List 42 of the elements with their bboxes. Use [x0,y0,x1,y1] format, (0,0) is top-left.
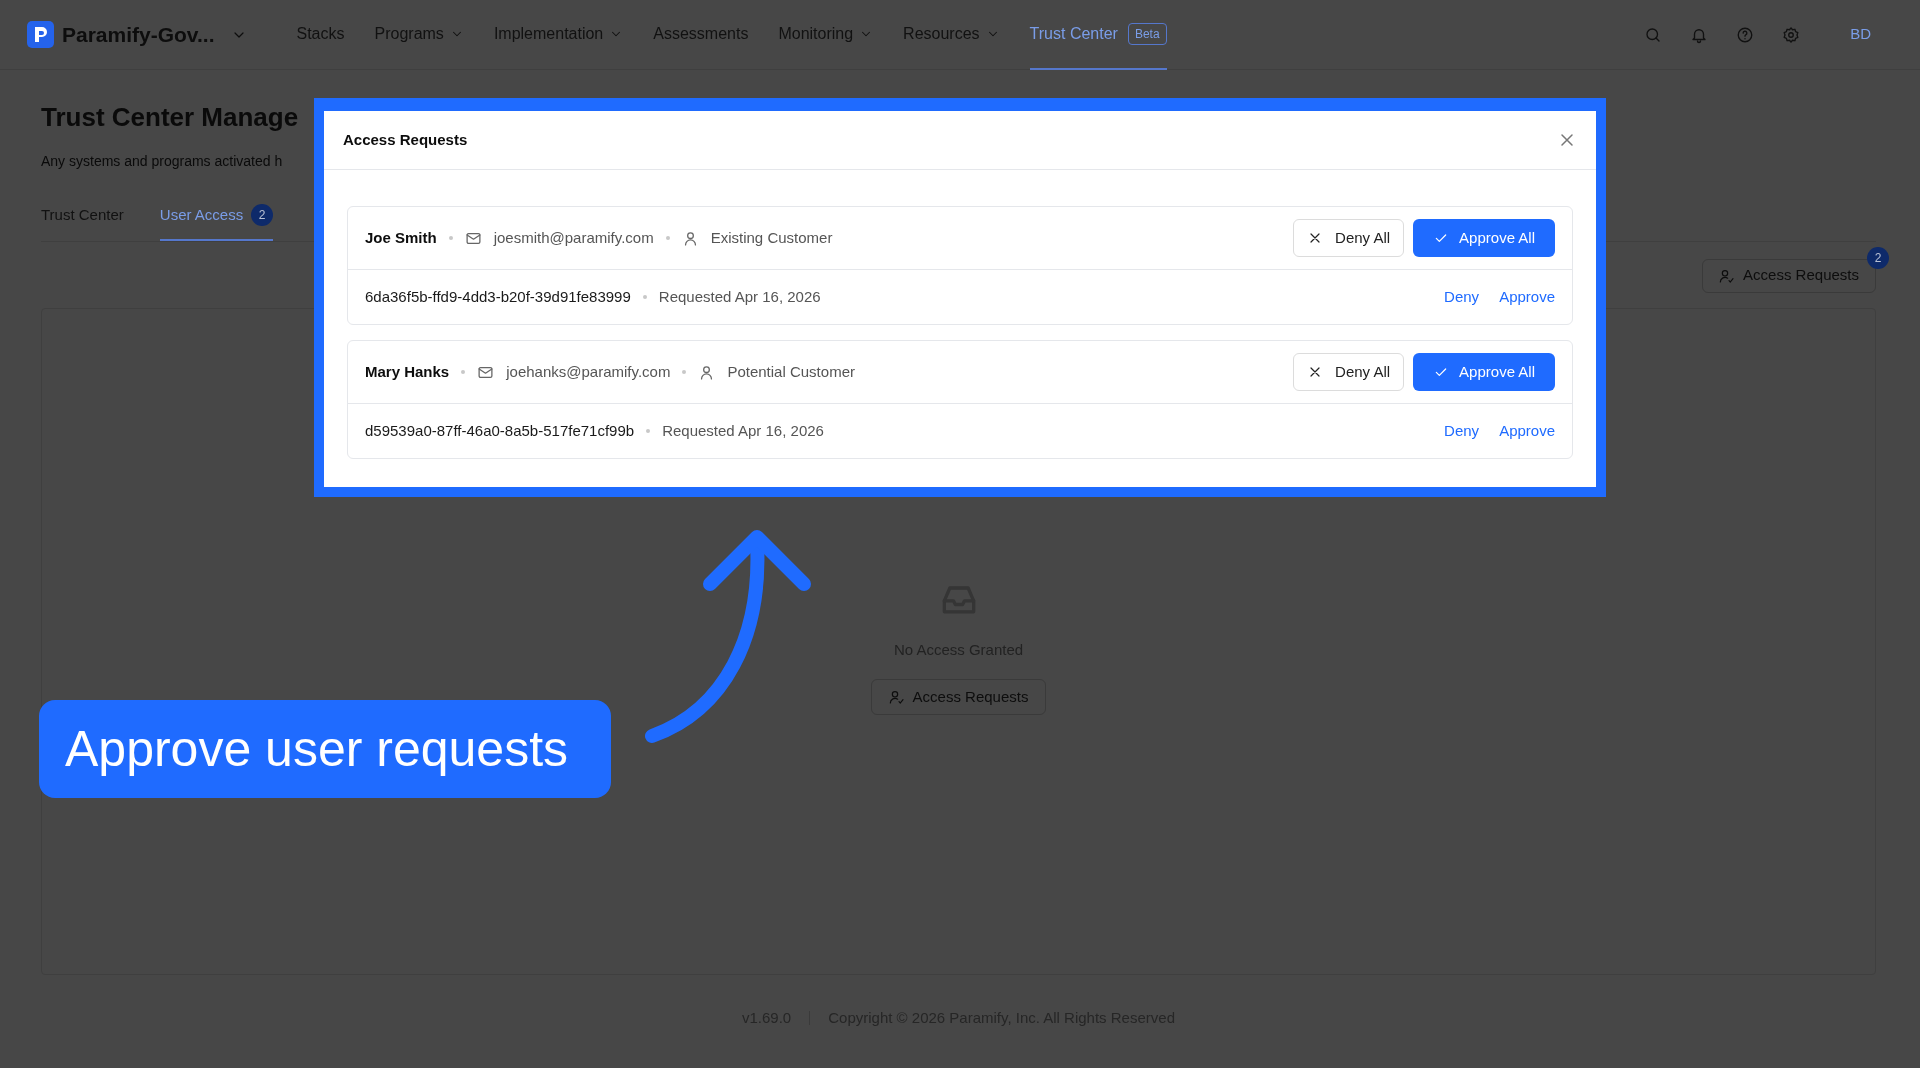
request-id: 6da36f5b-ffd9-4dd3-b20f-39d91fe83999 [365,286,631,307]
deny-all-button[interactable]: Deny All [1293,353,1405,391]
requester-email: joesmith@paramify.com [493,227,654,248]
user-check-icon [1719,267,1736,284]
separator-dot [665,236,670,240]
deny-all-button[interactable]: Deny All [1293,219,1405,257]
count-badge: 2 [1867,246,1889,269]
separator-dot [646,429,651,433]
request-date: Requested Apr 16, 2026 [658,286,821,307]
approve-all-button[interactable]: Approve All [1413,219,1555,257]
requester-name: Joe Smith [365,227,437,248]
deny-link[interactable]: Deny [1444,285,1480,309]
approve-link[interactable]: Approve [1499,285,1555,309]
dialog-title: Access Requests [343,129,468,150]
request-date: Requested Apr 16, 2026 [662,420,824,441]
nav-item[interactable]: Trust Center Beta [1029,0,1167,70]
request-id: d59539a0-87ff-46a0-8a5b-517fe71cf99b [365,420,635,441]
approve-all-button[interactable]: Approve All [1413,353,1555,391]
count-badge: 2 [251,204,274,227]
access-requests-button[interactable]: Access Requests [1702,258,1876,293]
access-requests-button[interactable]: Access Requests [870,679,1047,716]
help-icon[interactable] [1736,25,1755,44]
deny-link[interactable]: Deny [1444,419,1480,443]
requester-email: joehanks@paramify.com [506,361,671,382]
user-avatar[interactable]: BD [1850,23,1871,46]
separator-dot [448,236,453,240]
separator-dot [461,370,466,374]
beta-badge: Beta [1127,22,1167,45]
callout-label: Approve user requests [39,700,611,798]
customer-type: Existing Customer [710,227,833,248]
page-subtitle: Any systems and programs activated h [41,152,284,172]
workspace-switcher[interactable]: Paramify-Gov... [62,18,247,51]
requester-name: Mary Hanks [365,361,450,382]
user-check-icon [888,689,905,706]
logo-icon [27,21,54,48]
customer-type: Potential Customer [727,361,855,382]
settings-icon[interactable] [1782,25,1801,44]
tab[interactable]: User Access 2 [159,204,274,241]
page-title: Trust Center Manage [41,102,300,134]
separator-dot [682,370,687,374]
separator-dot [642,295,647,299]
approve-link[interactable]: Approve [1499,419,1555,443]
